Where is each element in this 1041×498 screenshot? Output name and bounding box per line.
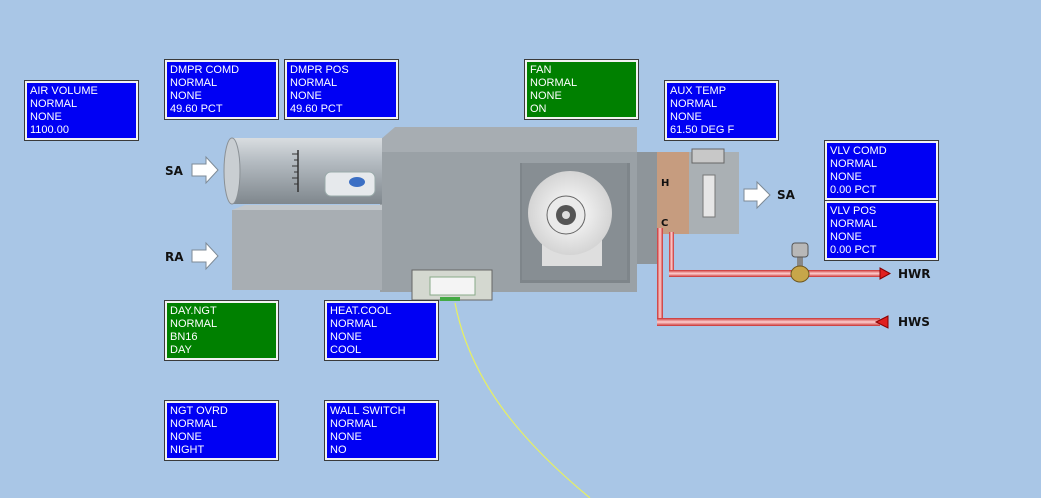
sa-inlet-label: SA bbox=[165, 164, 183, 178]
point-fan[interactable]: FAN NORMAL NONE ON bbox=[524, 59, 639, 120]
point-status: NORMAL bbox=[830, 218, 878, 230]
point-value: 49.60 PCT bbox=[290, 103, 343, 115]
point-value: NIGHT bbox=[170, 444, 205, 456]
point-name: VLV POS bbox=[830, 205, 877, 217]
point-name: WALL SWITCH bbox=[330, 405, 406, 417]
point-priority: BN16 bbox=[170, 331, 198, 343]
point-value: DAY bbox=[170, 344, 192, 356]
point-status: NORMAL bbox=[170, 318, 218, 330]
point-name: NGT OVRD bbox=[170, 405, 228, 417]
return-air-duct bbox=[232, 210, 382, 290]
point-status: NORMAL bbox=[670, 98, 718, 110]
hwr-label: HWR bbox=[898, 267, 931, 281]
point-value: 0.00 PCT bbox=[830, 184, 877, 196]
point-status: NORMAL bbox=[530, 77, 578, 89]
point-status: NORMAL bbox=[290, 77, 338, 89]
point-value: 49.60 PCT bbox=[170, 103, 223, 115]
point-name: AUX TEMP bbox=[670, 85, 727, 97]
point-priority: NONE bbox=[530, 90, 562, 102]
ra-inlet-arrow-icon bbox=[191, 241, 219, 271]
sa-outlet-arrow-icon bbox=[743, 180, 771, 210]
coil-heat-label: H bbox=[661, 178, 670, 189]
point-status: NORMAL bbox=[830, 158, 878, 170]
point-priority: NONE bbox=[830, 171, 862, 183]
point-name: AIR VOLUME bbox=[30, 85, 98, 97]
point-priority: NONE bbox=[330, 331, 362, 343]
point-name: DMPR POS bbox=[290, 64, 349, 76]
point-status: NORMAL bbox=[30, 98, 78, 110]
point-status: NORMAL bbox=[170, 418, 218, 430]
point-ngt-ovrd[interactable]: NGT OVRD NORMAL NONE NIGHT bbox=[164, 400, 279, 461]
point-status: NORMAL bbox=[330, 418, 378, 430]
point-name: FAN bbox=[530, 64, 552, 76]
point-air-volume[interactable]: AIR VOLUME NORMAL NONE 1100.00 bbox=[24, 80, 139, 141]
point-dmpr-comd[interactable]: DMPR COMD NORMAL NONE 49.60 PCT bbox=[164, 59, 279, 120]
point-priority: NONE bbox=[830, 231, 862, 243]
point-name: HEAT.COOL bbox=[330, 305, 392, 317]
point-priority: NONE bbox=[670, 111, 702, 123]
point-vlv-pos[interactable]: VLV POS NORMAL NONE 0.00 PCT bbox=[824, 200, 939, 261]
point-value: 1100.00 bbox=[30, 124, 69, 136]
point-status: NORMAL bbox=[330, 318, 378, 330]
point-heat-cool[interactable]: HEAT.COOL NORMAL NONE COOL bbox=[324, 300, 439, 361]
heating-coil-section bbox=[637, 148, 739, 264]
point-priority: NONE bbox=[290, 90, 322, 102]
hws-label: HWS bbox=[898, 315, 930, 329]
point-name: VLV COMD bbox=[830, 145, 887, 157]
sa-outlet-label: SA bbox=[777, 188, 795, 202]
controller-icon bbox=[411, 269, 493, 301]
point-value: 61.50 DEG F bbox=[670, 124, 735, 136]
point-value: 0.00 PCT bbox=[830, 244, 877, 256]
sensor-wire bbox=[454, 302, 591, 498]
point-dmpr-pos[interactable]: DMPR POS NORMAL NONE 49.60 PCT bbox=[284, 59, 399, 120]
hwr-arrow bbox=[879, 267, 892, 280]
point-wall-switch[interactable]: WALL SWITCH NORMAL NONE NO bbox=[324, 400, 439, 461]
ra-label: RA bbox=[165, 250, 184, 264]
point-priority: NONE bbox=[30, 111, 62, 123]
point-value: COOL bbox=[330, 344, 362, 356]
coil-cool-label: C bbox=[661, 218, 669, 229]
point-day-ngt[interactable]: DAY.NGT NORMAL BN16 DAY bbox=[164, 300, 279, 361]
airflow-sensor-icon bbox=[324, 171, 376, 197]
point-status: NORMAL bbox=[170, 77, 218, 89]
point-name: DMPR COMD bbox=[170, 64, 240, 76]
point-priority: NONE bbox=[170, 431, 202, 443]
point-value: NO bbox=[330, 444, 347, 456]
hot-water-valve-icon bbox=[790, 242, 810, 283]
hws-arrow bbox=[874, 315, 889, 329]
sa-inlet-arrow-icon bbox=[191, 155, 219, 185]
point-vlv-comd[interactable]: VLV COMD NORMAL NONE 0.00 PCT bbox=[824, 140, 939, 201]
point-value: ON bbox=[530, 103, 547, 115]
point-aux-temp[interactable]: AUX TEMP NORMAL NONE 61.50 DEG F bbox=[664, 80, 779, 141]
point-name: DAY.NGT bbox=[170, 305, 217, 317]
point-priority: NONE bbox=[330, 431, 362, 443]
point-priority: NONE bbox=[170, 90, 202, 102]
